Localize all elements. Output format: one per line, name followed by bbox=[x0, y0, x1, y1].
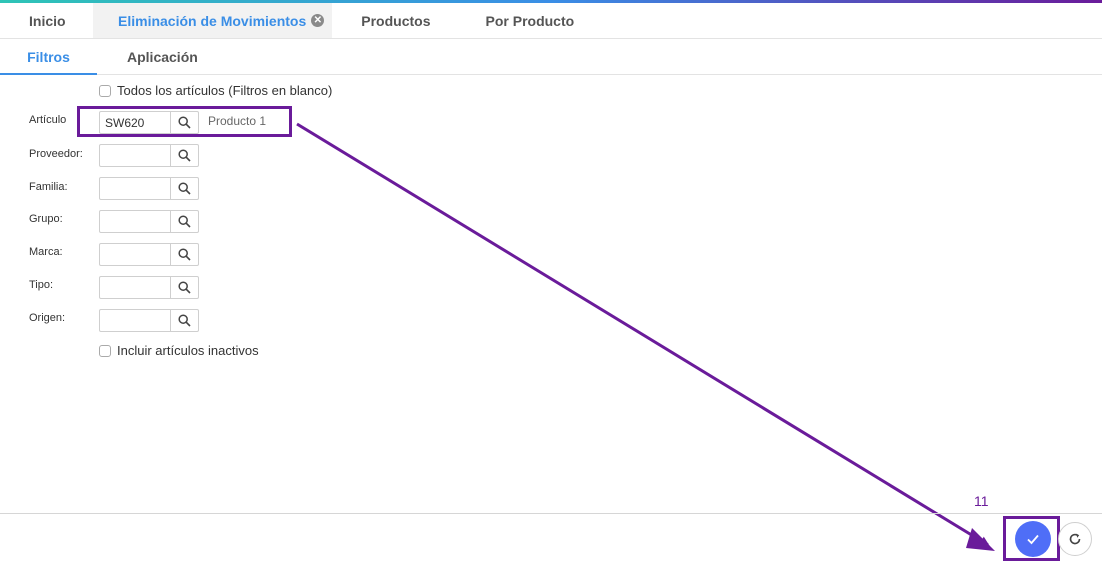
annotation-arrow bbox=[296, 122, 995, 551]
footer-divider bbox=[0, 513, 1102, 514]
confirm-button[interactable] bbox=[1015, 521, 1051, 557]
annotation-step-number: 11 bbox=[974, 493, 989, 509]
refresh-icon bbox=[1069, 533, 1081, 545]
refresh-button[interactable] bbox=[1058, 522, 1092, 556]
checkmark-icon bbox=[1027, 534, 1039, 545]
